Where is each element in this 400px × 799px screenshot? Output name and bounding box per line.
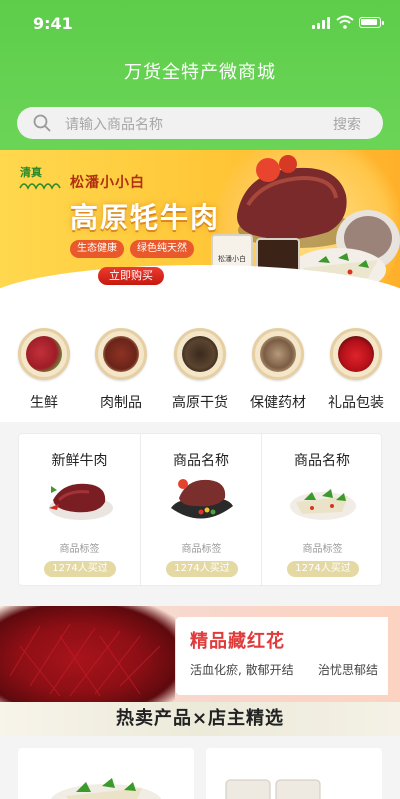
category-gift-box[interactable]: 礼品包装 bbox=[321, 328, 391, 412]
banner-headline: 高原牦牛肉 bbox=[70, 201, 221, 234]
search-bar[interactable]: 请输入商品名称 搜索 bbox=[17, 107, 383, 139]
promo-desc-1: 活血化瘀, 散郁开结 bbox=[190, 663, 294, 677]
promo-title: 精品藏红花 bbox=[190, 631, 285, 652]
search-input[interactable]: 请输入商品名称 bbox=[65, 114, 163, 134]
dish-image bbox=[50, 778, 162, 799]
product-tag: 商品标签 bbox=[181, 544, 222, 555]
page-title: 万货全特产微商城 bbox=[124, 62, 276, 83]
wifi-icon bbox=[336, 15, 354, 29]
product-name: 新鲜牛肉 bbox=[51, 453, 108, 469]
app-screen: 9:41 万货全特产微商城 请输入商品名称 搜索 松潘小白 清真 松潘小小白 高… bbox=[0, 0, 400, 799]
fresh-meat-icon bbox=[18, 328, 70, 380]
search-icon bbox=[33, 114, 51, 132]
category-label: 高原干货 bbox=[172, 395, 228, 411]
status-bar: 9:41 bbox=[0, 0, 400, 44]
dried-goods-icon bbox=[174, 328, 226, 380]
battery-icon bbox=[359, 17, 384, 28]
banner-tag-1: 生态健康 bbox=[70, 240, 124, 258]
status-time: 9:41 bbox=[33, 14, 73, 33]
category-label: 礼品包装 bbox=[328, 395, 384, 411]
category-label: 生鲜 bbox=[30, 395, 58, 411]
header: 9:41 万货全特产微商城 请输入商品名称 搜索 bbox=[0, 0, 400, 150]
product-name: 商品名称 bbox=[173, 453, 229, 469]
herbs-icon bbox=[252, 328, 304, 380]
product-name: 商品名称 bbox=[294, 453, 350, 469]
sold-badge: 1274人买过 bbox=[44, 561, 116, 577]
saffron-promo[interactable] bbox=[0, 606, 400, 702]
category-fresh[interactable]: 生鲜 bbox=[9, 328, 79, 412]
sold-badge: 1274人买过 bbox=[287, 561, 359, 577]
featured-product-card[interactable] bbox=[18, 748, 194, 799]
featured-product-card[interactable] bbox=[206, 748, 382, 799]
category-label: 保健药材 bbox=[250, 395, 306, 411]
product-card[interactable]: 商品名称 商品标签 1274人买过 bbox=[261, 434, 382, 587]
product-tag: 商品标签 bbox=[302, 544, 343, 555]
jar-label: 松潘小白 bbox=[218, 255, 246, 263]
signal-icon bbox=[312, 17, 330, 29]
product-card[interactable]: 新鲜牛肉 商品标签 1274人买过 bbox=[19, 434, 140, 587]
tripe-dish-image bbox=[290, 489, 356, 520]
product-grid: 新鲜牛肉 商品标签 1274人买过 商品名称 商品标签 1274人买过 商品名称 bbox=[18, 433, 382, 587]
category-meat-products[interactable]: 肉制品 bbox=[86, 328, 156, 412]
buy-now-button[interactable]: 立即购买 bbox=[98, 267, 164, 285]
section-title: 热卖产品×店主精选 bbox=[115, 708, 285, 729]
yak-meat-plate-image bbox=[171, 479, 233, 519]
search-button[interactable]: 搜索 bbox=[333, 114, 361, 134]
category-nav: 生鲜 肉制品 高原干货 保健药材 礼品包装 bbox=[0, 302, 400, 422]
logo-mark-icon bbox=[19, 183, 61, 190]
product-card[interactable]: 商品名称 商品标签 1274人买过 bbox=[140, 434, 261, 587]
category-dried-goods[interactable]: 高原干货 bbox=[165, 328, 235, 412]
meat-products-icon bbox=[95, 328, 147, 380]
sold-badge: 1274人买过 bbox=[166, 561, 238, 577]
promo-desc-2: 治忧思郁结 bbox=[318, 663, 379, 677]
gift-box-icon bbox=[330, 328, 382, 380]
category-herbs[interactable]: 保健药材 bbox=[243, 328, 313, 412]
beef-image bbox=[49, 483, 113, 520]
product-tag: 商品标签 bbox=[59, 544, 100, 555]
banner-logo-text: 清真 bbox=[20, 166, 42, 179]
section-header: 热卖产品×店主精选 bbox=[0, 702, 400, 736]
jar-image bbox=[225, 779, 321, 799]
banner-tag-2: 绿色纯天然 bbox=[130, 240, 194, 258]
category-label: 肉制品 bbox=[100, 395, 142, 411]
banner-brand: 松潘小小白 bbox=[70, 175, 145, 191]
